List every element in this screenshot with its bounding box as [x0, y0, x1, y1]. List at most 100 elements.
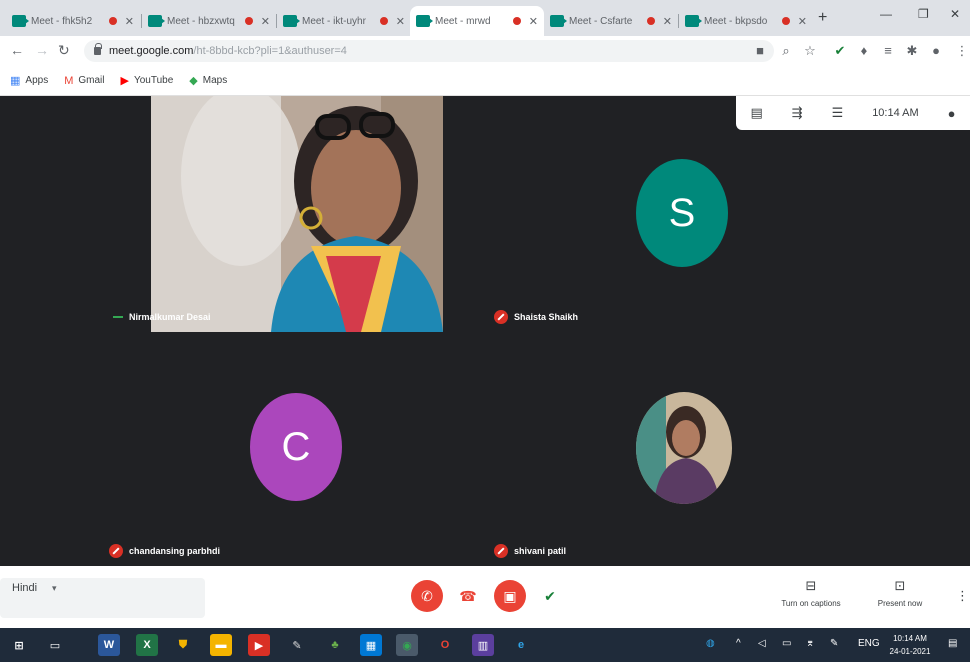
mic-toggle-button[interactable]: ✆	[411, 580, 443, 612]
zoom-icon[interactable]: ⌕	[778, 43, 794, 59]
recording-dot-icon	[646, 17, 655, 25]
tab-close-icon[interactable]: ✕	[125, 15, 134, 28]
task-view-icon[interactable]: ▭	[44, 634, 66, 656]
extension-check-button[interactable]: ✔	[534, 580, 566, 612]
tab-close-icon[interactable]: ✕	[261, 15, 270, 28]
media-player-icon[interactable]: ▶	[248, 634, 270, 656]
bookmark-maps[interactable]: ◆ Maps	[189, 74, 227, 87]
meet-favicon-icon	[550, 15, 567, 27]
url-host: meet.google.com	[109, 45, 194, 57]
captions-label: Turn on captions	[781, 599, 841, 608]
edge-icon[interactable]: e	[510, 634, 532, 656]
reload-icon[interactable]: ↻	[58, 42, 70, 59]
extensions-puzzle-icon[interactable]: ✱	[904, 43, 920, 59]
more-options-icon[interactable]: ⋮	[956, 588, 969, 604]
clock-time: 10:14 AM	[893, 634, 927, 643]
opera-icon[interactable]: O	[434, 634, 456, 656]
participants-icon[interactable]: ⇶	[792, 105, 803, 121]
system-clock[interactable]: 10:14 AM 24-01-2021	[885, 632, 935, 658]
word-icon[interactable]: W	[98, 634, 120, 656]
browser-tab[interactable]: Meet - hbzxwtq ✕	[142, 6, 276, 36]
network-icon[interactable]: ⌆	[806, 638, 814, 649]
participant-name: chandansing parbhdi	[129, 546, 221, 556]
tab-close-icon[interactable]: ✕	[663, 15, 672, 28]
turn-on-captions-button[interactable]: ⊟ Turn on captions	[776, 578, 846, 608]
participant-video	[151, 96, 443, 332]
meet-stage: Nirmalkumar Desai S Shaista Shaikh ▤ ⇶ ☰…	[0, 96, 970, 566]
captions-language-value: Hindi	[12, 582, 38, 594]
teams-icon[interactable]: ▥	[472, 634, 494, 656]
browser-tab[interactable]: Meet - bkpsdo ✕	[679, 6, 813, 36]
chat-icon[interactable]: ☰	[832, 105, 844, 121]
bookmark-apps[interactable]: ▦ Apps	[10, 74, 48, 87]
maps-icon: ◆	[189, 75, 198, 87]
mic-off-icon	[494, 310, 508, 324]
avatar	[636, 392, 732, 504]
bookmark-youtube[interactable]: ▶ YouTube	[121, 74, 174, 87]
dropdown-arrow-icon: ▾	[52, 583, 57, 593]
participant-tile[interactable]: Nirmalkumar Desai	[105, 96, 485, 332]
meet-favicon-icon	[12, 15, 29, 27]
extension-list-icon[interactable]: ≡	[880, 43, 896, 58]
tray-overflow-icon[interactable]: ^	[736, 638, 741, 649]
menu-kebab-icon[interactable]: ⋮	[954, 43, 970, 59]
extension-icon[interactable]: ♦	[856, 43, 872, 58]
hang-up-icon: ☎	[459, 587, 477, 604]
bookmark-star-icon[interactable]: ☆	[802, 43, 818, 59]
minimize-button[interactable]: —	[880, 7, 892, 21]
browser-tab[interactable]: Meet - ikt-uyhr ✕	[277, 6, 411, 36]
app-icon[interactable]: ♣	[324, 634, 346, 656]
close-window-button[interactable]: ✕	[950, 7, 960, 21]
notifications-icon[interactable]: ▤	[948, 638, 957, 649]
security-shield-icon[interactable]: ⛊	[172, 634, 194, 656]
browser-tab[interactable]: Meet - fhk5h2 ✕	[6, 6, 140, 36]
mic-off-icon	[494, 544, 508, 558]
profile-avatar-icon[interactable]: ●	[928, 43, 944, 58]
camera-indicator-icon[interactable]: ■	[752, 43, 768, 58]
bookmark-label: YouTube	[133, 75, 174, 86]
meet-favicon-icon	[283, 15, 300, 27]
tab-close-icon[interactable]: ✕	[798, 15, 807, 28]
present-label: Present now	[877, 599, 923, 608]
apps-grid-icon: ▦	[10, 75, 21, 87]
browser-tab[interactable]: Meet - Csfarte ✕	[544, 6, 678, 36]
self-avatar-icon[interactable]: ●	[948, 106, 956, 121]
participant-name-label: Shaista Shaikh	[494, 310, 578, 324]
meeting-clock: 10:14 AM	[872, 107, 919, 119]
browser-tab-active[interactable]: Meet - mrwd ✕	[410, 6, 544, 36]
paint-icon[interactable]: ✎	[286, 634, 308, 656]
bookmark-label: Gmail	[78, 75, 105, 86]
avatar: C	[250, 393, 342, 501]
maximize-button[interactable]: ❐	[918, 7, 929, 21]
new-tab-button[interactable]: +	[818, 9, 827, 27]
present-now-button[interactable]: ⊡ Present now	[865, 578, 935, 608]
tab-label: Meet - mrwd	[435, 15, 491, 27]
store-icon[interactable]: ▦	[360, 634, 382, 656]
people-icon[interactable]: ▤	[750, 105, 762, 121]
excel-icon[interactable]: X	[136, 634, 158, 656]
battery-icon[interactable]: ▭	[782, 638, 791, 649]
camera-toggle-button[interactable]: ▣	[494, 580, 526, 612]
tab-close-icon[interactable]: ✕	[529, 15, 538, 28]
captions-language-select[interactable]: Hindi ▾	[0, 578, 205, 618]
volume-icon[interactable]: ◁	[758, 638, 766, 649]
bookmark-gmail[interactable]: M Gmail	[64, 75, 104, 87]
clock-date: 24-01-2021	[889, 647, 931, 656]
leave-call-button[interactable]: ☎	[452, 580, 484, 612]
bookmark-label: Apps	[25, 75, 49, 86]
bluetooth-tray-icon[interactable]: ◍	[706, 638, 715, 649]
pen-icon[interactable]: ✎	[830, 638, 838, 649]
forward-arrow-icon[interactable]: →	[35, 42, 49, 58]
file-explorer-icon[interactable]: ▬	[210, 634, 232, 656]
language-indicator[interactable]: ENG	[858, 638, 880, 649]
tab-close-icon[interactable]: ✕	[396, 15, 405, 28]
address-bar[interactable]: meet.google.com /ht-8bbd-kcb?pli=1&authu…	[84, 40, 774, 62]
extension-check-icon[interactable]: ✔	[832, 43, 848, 59]
windows-start-icon[interactable]: ⊞	[8, 634, 30, 656]
participant-tile[interactable]: shivani patil	[490, 336, 876, 564]
participant-tile[interactable]: S Shaista Shaikh	[490, 96, 876, 332]
chrome-icon[interactable]: ◉	[396, 634, 418, 656]
participant-tile[interactable]: C chandansing parbhdi	[105, 336, 485, 564]
lock-icon	[94, 43, 102, 55]
back-arrow-icon[interactable]: ←	[10, 42, 24, 58]
